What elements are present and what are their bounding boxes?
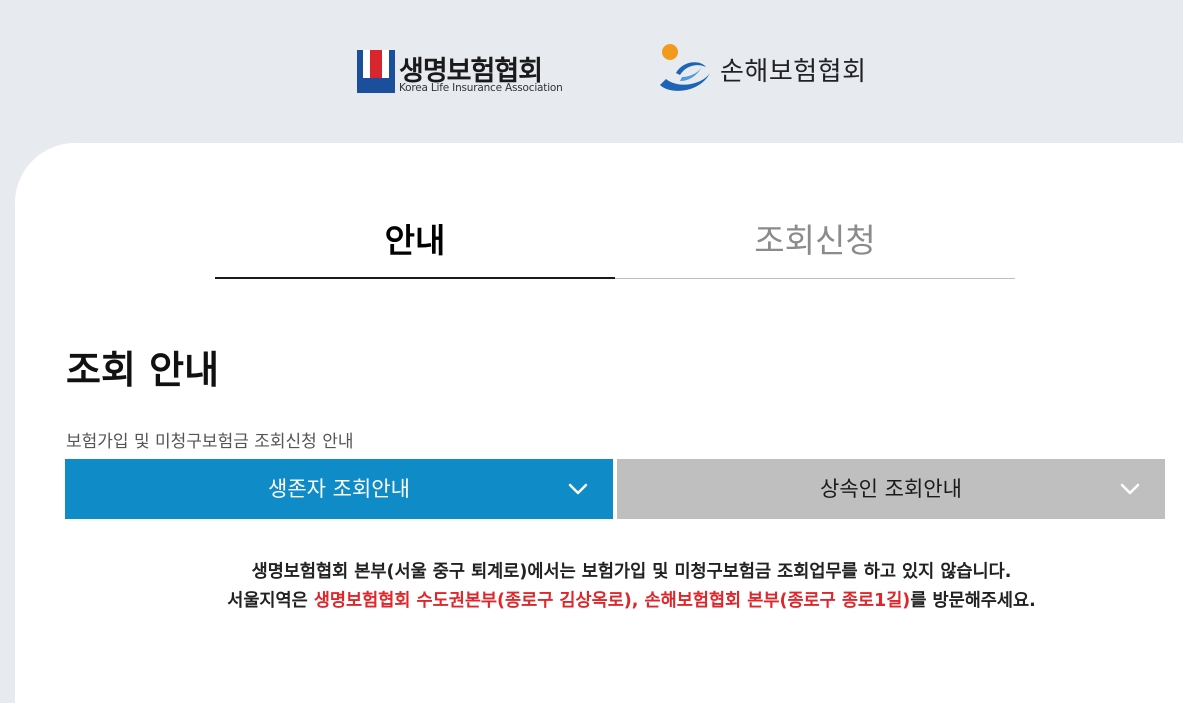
tab-bar: 안내 조회신청 (215, 213, 1015, 279)
notice-line-2-prefix: 서울지역은 (227, 591, 314, 611)
page-title: 조회 안내 (66, 348, 220, 392)
notice-line-2-suffix: 를 방문해주세요. (910, 591, 1036, 611)
notice-line-2-highlight: 생명보험협회 수도권본부(종로구 김상옥로), 손해보험협회 본부(종로구 종로… (313, 591, 911, 611)
life-insurance-association-subtitle: Korea Life Insurance Association (399, 82, 563, 94)
survivor-inquiry-label: 생존자 조회안내 (268, 477, 410, 501)
general-insurance-association-name: 손해보험협회 (720, 57, 867, 87)
life-insurance-association-logo[interactable]: 생명보험협회 Korea Life Insurance Association (357, 50, 572, 95)
page-subtitle: 보험가입 및 미청구보험금 조회신청 안내 (66, 432, 354, 452)
notice-line-1: 생명보험협회 본부(서울 중구 퇴계로)에서는 보험가입 및 미청구보험금 조회… (251, 562, 1012, 582)
life-insurance-logo-icon (357, 50, 395, 93)
tab-guide[interactable]: 안내 (215, 213, 615, 279)
header-logos: 생명보험협회 Korea Life Insurance Association … (0, 40, 1183, 100)
tab-request[interactable]: 조회신청 (615, 213, 1015, 279)
heir-inquiry-selector[interactable]: 상속인 조회안내 (617, 459, 1165, 519)
general-insurance-association-logo[interactable]: 손해보험협회 (656, 43, 881, 93)
general-insurance-logo-icon (660, 44, 710, 91)
chevron-down-icon (568, 483, 588, 495)
heir-inquiry-label: 상속인 조회안내 (820, 477, 962, 501)
content-card: 안내 조회신청 조회 안내 보험가입 및 미청구보험금 조회신청 안내 생존자 … (15, 143, 1183, 703)
chevron-down-icon (1120, 483, 1140, 495)
notice-line-2: 서울지역은 생명보험협회 수도권본부(종로구 김상옥로), 손해보험협회 본부(… (15, 587, 1183, 616)
survivor-inquiry-selector[interactable]: 생존자 조회안내 (65, 459, 613, 519)
notice-text: 생명보험협회 본부(서울 중구 퇴계로)에서는 보험가입 및 미청구보험금 조회… (15, 558, 1183, 616)
